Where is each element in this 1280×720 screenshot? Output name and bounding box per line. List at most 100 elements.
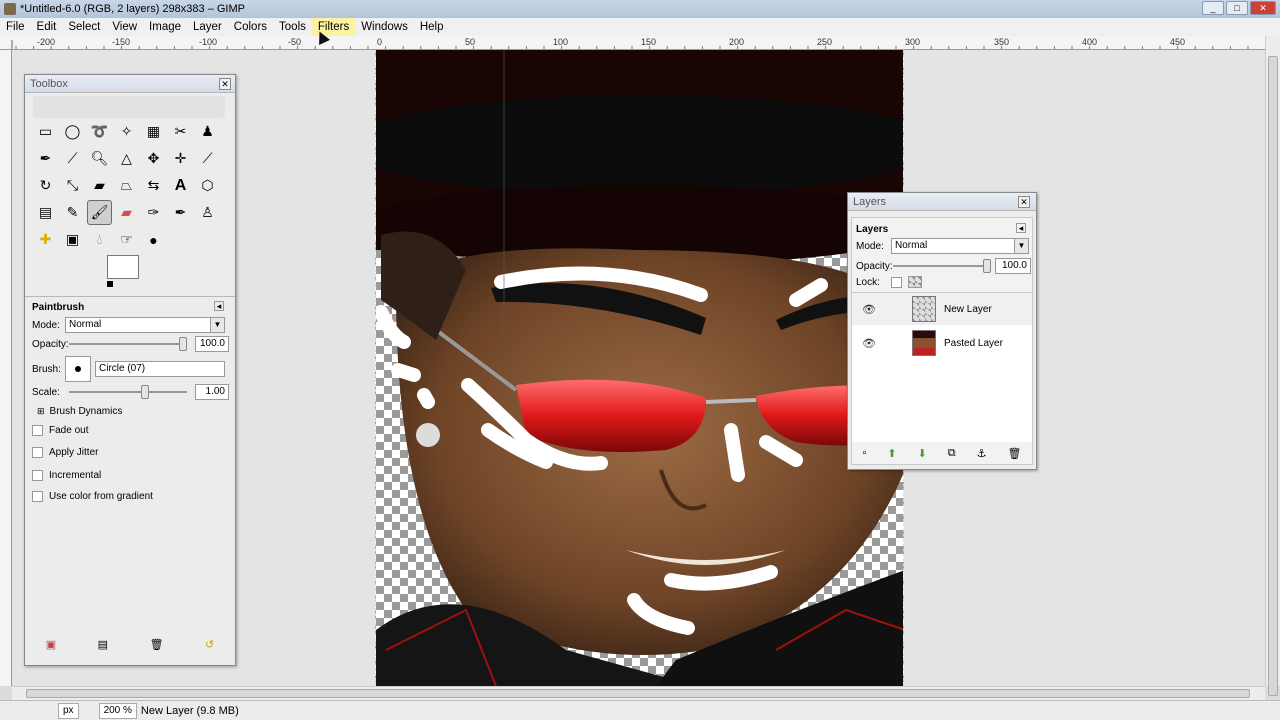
- horizontal-ruler[interactable]: -200 -150 -100 -50 0 50 100 150 200 250 …: [0, 36, 1265, 50]
- expander-icon[interactable]: ⊞: [37, 406, 45, 417]
- align-icon[interactable]: ✛: [168, 146, 193, 171]
- minimize-icon[interactable]: _: [1202, 1, 1224, 15]
- gradient-row[interactable]: Use color from gradient: [32, 491, 153, 502]
- incremental-row[interactable]: Incremental: [32, 470, 101, 481]
- select-by-color-icon[interactable]: ▦: [141, 119, 166, 144]
- delete-layer-icon[interactable]: 🗑︎: [1007, 447, 1021, 460]
- delete-options-icon[interactable]: 🗑︎: [150, 638, 164, 651]
- slider-knob[interactable]: [983, 259, 991, 273]
- reset-colors-icon[interactable]: [107, 281, 113, 287]
- gradient-checkbox[interactable]: [32, 491, 43, 502]
- rotate-icon[interactable]: ↻: [33, 173, 58, 198]
- close-icon[interactable]: ✕: [1018, 196, 1030, 208]
- menu-edit[interactable]: Edit: [31, 18, 63, 36]
- visibility-eye-icon[interactable]: 👁︎: [862, 303, 876, 316]
- menu-file[interactable]: File: [0, 18, 31, 36]
- menu-image[interactable]: Image: [143, 18, 187, 36]
- airbrush-icon[interactable]: ✑: [141, 200, 166, 225]
- paintbrush-icon[interactable]: 🖌︎: [87, 200, 112, 225]
- fade-row[interactable]: Fade out: [32, 425, 88, 436]
- visibility-eye-icon[interactable]: 👁︎: [862, 337, 876, 350]
- dodge-burn-icon[interactable]: ●: [141, 227, 166, 252]
- pencil-icon[interactable]: ✎: [60, 200, 85, 225]
- text-icon[interactable]: A: [168, 173, 193, 198]
- cage-icon[interactable]: ⬡: [195, 173, 220, 198]
- menu-select[interactable]: Select: [62, 18, 106, 36]
- horizontal-scrollbar[interactable]: [12, 686, 1265, 700]
- fuzzy-select-icon[interactable]: ✧: [114, 119, 139, 144]
- scissors-icon[interactable]: ✂: [168, 119, 193, 144]
- scale-slider[interactable]: [69, 385, 187, 399]
- layer-row[interactable]: 👁︎ New Layer: [852, 293, 1032, 325]
- layers-opacity-slider[interactable]: [893, 259, 991, 273]
- menu-windows[interactable]: Windows: [355, 18, 414, 36]
- restore-options-icon[interactable]: ▤: [98, 638, 108, 651]
- scale-icon[interactable]: ⤡: [60, 173, 85, 198]
- brush-name-field[interactable]: Circle (07): [95, 361, 225, 377]
- perspective-icon[interactable]: ⏢: [114, 173, 139, 198]
- duplicate-layer-icon[interactable]: ⧉: [948, 447, 956, 460]
- scroll-thumb[interactable]: [1268, 56, 1278, 696]
- blend-icon[interactable]: ▤: [33, 200, 58, 225]
- mode-select[interactable]: Normal ▼: [65, 317, 225, 333]
- new-layer-icon[interactable]: ▫: [862, 447, 866, 460]
- lock-alpha-icon[interactable]: [908, 276, 922, 288]
- slider-knob[interactable]: [141, 385, 149, 399]
- foreground-color[interactable]: [107, 255, 139, 279]
- ellipse-select-icon[interactable]: ◯: [60, 119, 85, 144]
- vertical-ruler[interactable]: [0, 50, 12, 686]
- options-menu-icon[interactable]: ◂: [214, 301, 224, 311]
- foreground-select-icon[interactable]: ♟: [195, 119, 220, 144]
- scroll-thumb[interactable]: [26, 689, 1250, 698]
- lock-pixels-checkbox[interactable]: [891, 276, 902, 288]
- menu-view[interactable]: View: [106, 18, 143, 36]
- menu-tools[interactable]: Tools: [273, 18, 312, 36]
- paths-icon[interactable]: ✒: [33, 146, 58, 171]
- heal-icon[interactable]: ✚: [33, 227, 58, 252]
- zoom-icon[interactable]: 🔍︎: [87, 146, 112, 171]
- save-options-icon[interactable]: ▣: [46, 638, 56, 651]
- anchor-layer-icon[interactable]: ⚓︎: [977, 447, 987, 460]
- opacity-slider[interactable]: [69, 337, 187, 351]
- ink-icon[interactable]: ✒: [168, 200, 193, 225]
- move-icon[interactable]: ✥: [141, 146, 166, 171]
- unit-select[interactable]: px: [58, 702, 79, 719]
- rect-select-icon[interactable]: ▭: [33, 119, 58, 144]
- scale-spin[interactable]: 1.00: [195, 384, 229, 400]
- menu-help[interactable]: Help: [414, 18, 450, 36]
- image-canvas[interactable]: [375, 50, 904, 686]
- menu-colors[interactable]: Colors: [228, 18, 273, 36]
- close-icon[interactable]: ✕: [1250, 1, 1276, 15]
- layers-mode-select[interactable]: Normal ▼: [891, 238, 1029, 254]
- incremental-checkbox[interactable]: [32, 470, 43, 481]
- clone-icon[interactable]: ♙: [195, 200, 220, 225]
- blur-icon[interactable]: 💧︎: [87, 227, 112, 252]
- fade-checkbox[interactable]: [32, 425, 43, 436]
- layer-row[interactable]: 👁︎ Pasted Layer: [852, 327, 1032, 359]
- eraser-icon[interactable]: ▰: [114, 200, 139, 225]
- perspective-clone-icon[interactable]: ▣: [60, 227, 85, 252]
- dynamics-row[interactable]: ⊞ Brush Dynamics: [32, 406, 122, 417]
- smudge-icon[interactable]: ☞: [114, 227, 139, 252]
- color-picker-icon[interactable]: ⟋: [60, 146, 85, 171]
- opacity-spin[interactable]: 100.0: [195, 336, 229, 352]
- jitter-checkbox[interactable]: [32, 447, 43, 458]
- zoom-select[interactable]: 200 %: [98, 702, 137, 719]
- maximize-icon[interactable]: □: [1226, 1, 1248, 15]
- reset-options-icon[interactable]: ↺: [205, 638, 214, 651]
- raise-layer-icon[interactable]: ⬆: [887, 447, 896, 460]
- free-select-icon[interactable]: ➰: [87, 119, 112, 144]
- flip-icon[interactable]: ⇆: [141, 173, 166, 198]
- brush-preview[interactable]: [65, 356, 91, 382]
- close-icon[interactable]: ✕: [219, 78, 231, 90]
- color-swatches[interactable]: [107, 255, 155, 291]
- lower-layer-icon[interactable]: ⬇: [918, 447, 927, 460]
- slider-knob[interactable]: [179, 337, 187, 351]
- jitter-row[interactable]: Apply Jitter: [32, 447, 98, 458]
- layers-menu-icon[interactable]: ◂: [1016, 223, 1026, 233]
- crop-icon[interactable]: ⟋: [195, 146, 220, 171]
- vertical-scrollbar[interactable]: [1265, 36, 1280, 696]
- shear-icon[interactable]: ▰: [87, 173, 112, 198]
- layers-opacity-spin[interactable]: 100.0: [995, 258, 1031, 274]
- measure-icon[interactable]: △: [114, 146, 139, 171]
